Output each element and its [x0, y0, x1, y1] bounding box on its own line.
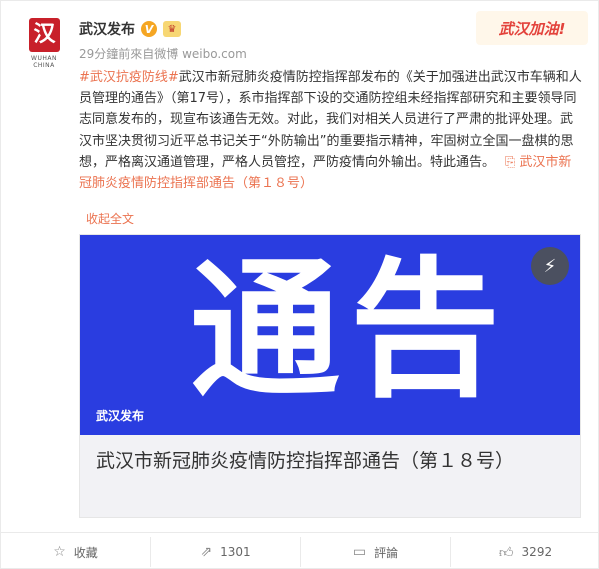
verified-v-icon: V [141, 21, 157, 37]
comment-button[interactable]: ▭ 評論 [301, 537, 451, 567]
author-name[interactable]: 武汉发布 [79, 19, 135, 39]
card-title[interactable]: 武汉市新冠肺炎疫情防控指挥部通告（第１８号） [96, 447, 546, 476]
action-bar: ☆ 收藏 ⇗ 1301 ▭ 評論 👍︎ 3292 [1, 532, 599, 569]
post-meta: 29分鐘前來自微博 weibo.com [79, 47, 247, 61]
avatar-seal: 汉 [29, 18, 60, 52]
flash-icon[interactable]: ⚡ [531, 247, 569, 285]
badge-wuhan-jiayou: 武汉加油! [476, 11, 588, 45]
topic-link[interactable]: #武汉抗疫防线# [79, 70, 179, 85]
gold-member-icon[interactable]: ♛ [163, 21, 181, 37]
thumbs-up-icon: 👍︎ [498, 544, 514, 561]
card-image-text: 通告 [190, 244, 511, 418]
badge-text: 武汉加油! [498, 19, 566, 38]
collapse-full-text-link[interactable]: 收起全文 [86, 210, 134, 227]
card-image-source: 武汉发布 [96, 409, 145, 423]
comment-icon: ▭ [352, 544, 367, 560]
repost-button[interactable]: ⇗ 1301 [151, 537, 301, 567]
favorite-button[interactable]: ☆ 收藏 [1, 537, 151, 567]
like-count: 3292 [521, 545, 553, 559]
favorite-label: 收藏 [73, 545, 98, 560]
link-icon: ⎘ [505, 154, 516, 170]
star-icon: ☆ [53, 544, 66, 560]
repost-icon: ⇗ [200, 544, 213, 560]
repost-count: 1301 [220, 545, 251, 559]
avatar[interactable]: 汉 WUHAN CHINA [22, 15, 66, 73]
avatar-caption: WUHAN CHINA [31, 55, 57, 69]
like-button[interactable]: 👍︎ 3292 [451, 537, 599, 567]
article-card[interactable]: 通告 武汉发布 ⚡ 武汉市新冠肺炎疫情防控指挥部通告（第１８号） [79, 234, 581, 518]
comment-label: 評論 [374, 545, 399, 560]
author-row: 武汉发布 V ♛ [79, 19, 181, 39]
card-image[interactable]: 通告 武汉发布 ⚡ [80, 235, 580, 435]
post-text: #武汉抗疫防线#武汉市新冠肺炎疫情防控指挥部发布的《关于加强进出武汉市车辆和人员… [79, 67, 584, 194]
weibo-post: 汉 WUHAN CHINA 武汉发布 V ♛ 29分鐘前來自微博 weibo.c… [0, 0, 599, 569]
